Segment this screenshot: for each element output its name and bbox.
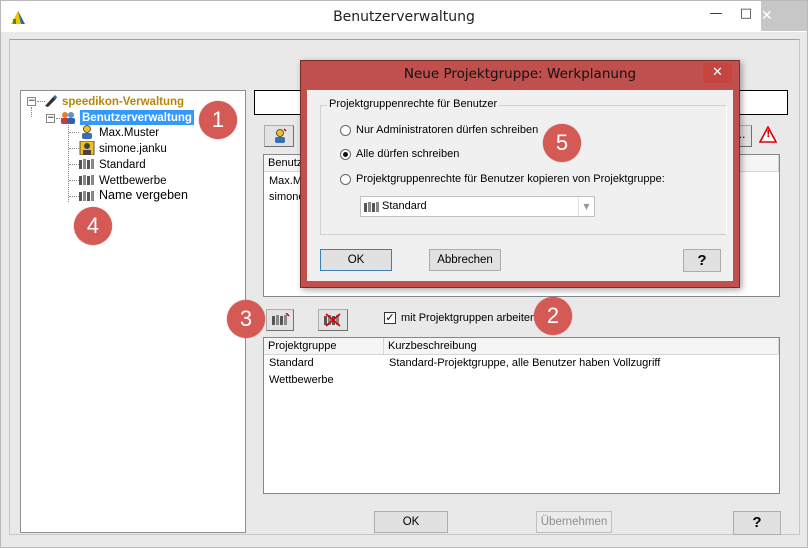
radio-all-write-label[interactable]: Alle dürfen schreiben — [356, 148, 459, 160]
group-icon — [364, 202, 379, 212]
annotation-badge-5: 5 — [543, 124, 581, 162]
main-window: Benutzerverwaltung — □ ✕ − speedikon-Ver… — [0, 0, 808, 548]
annotation-badge-4: 4 — [74, 207, 112, 245]
maximize-button[interactable]: □ — [731, 1, 761, 29]
rights-groupbox-legend: Projektgruppenrechte für Benutzer — [327, 98, 500, 110]
group-name-cell: Wettbewerbe — [269, 374, 334, 386]
dialog-body: Projektgruppenrechte für Benutzer Nur Ad… — [307, 90, 733, 281]
radio-copy-rights-label[interactable]: Projektgruppenrechte für Benutzer kopier… — [356, 173, 665, 185]
window-title: Benutzerverwaltung — [333, 9, 475, 25]
users-header-label: Benutz — [268, 157, 303, 169]
annotation-badge-3: 3 — [227, 300, 265, 338]
radio-all-write[interactable] — [340, 149, 351, 160]
tree-node-selected[interactable]: Benutzerverwaltung — [80, 110, 194, 125]
tree-user-label: simone.janku — [99, 143, 167, 155]
title-bar[interactable]: Benutzerverwaltung — □ ✕ — [1, 1, 807, 32]
tree-new-item[interactable]: Name vergeben — [99, 188, 188, 203]
group-icon — [79, 159, 94, 169]
user-icon — [82, 125, 92, 139]
tree-group-item[interactable]: Standard — [99, 157, 146, 172]
collapse-toggle[interactable]: − — [46, 114, 55, 123]
group-icon — [79, 175, 94, 185]
users-icon — [61, 112, 75, 124]
users-row[interactable]: Max.M — [269, 175, 302, 187]
tree-node-label: Benutzerverwaltung — [82, 112, 192, 124]
dialog-cancel-button[interactable]: Abbrechen — [429, 249, 501, 271]
tree-user-item[interactable]: simone.janku — [99, 141, 167, 156]
collapse-toggle[interactable]: − — [27, 97, 36, 106]
tree-root[interactable]: speedikon-Verwaltung — [62, 94, 184, 109]
tree-group-label: Standard — [99, 159, 146, 171]
add-group-button[interactable] — [266, 309, 294, 331]
tree-user-label: Max.Muster — [99, 127, 160, 139]
radio-admins-only[interactable] — [340, 125, 351, 136]
tree-group-item[interactable]: Wettbewerbe — [99, 173, 167, 188]
radio-copy-rights[interactable] — [340, 174, 351, 185]
minimize-button[interactable]: — — [701, 1, 731, 29]
tree-panel[interactable]: − speedikon-Verwaltung − Benutzerverwalt… — [20, 90, 246, 533]
dialog-title: Neue Projektgruppe: Werkplanung — [403, 66, 637, 82]
add-user-icon — [275, 128, 287, 143]
pencil-icon — [45, 95, 57, 107]
column-header-kurzbeschreibung[interactable]: Kurzbeschreibung — [384, 338, 779, 355]
dialog-help-button[interactable]: ? — [683, 249, 721, 272]
group-name-cell: Standard — [269, 357, 314, 369]
user-icon — [79, 141, 95, 155]
ok-button[interactable]: OK — [374, 511, 448, 533]
annotation-badge-1: 1 — [199, 101, 237, 139]
delete-group-icon — [324, 313, 341, 327]
warning-mark: ! — [766, 129, 771, 140]
tree-user-item[interactable]: Max.Muster — [99, 125, 159, 140]
group-icon — [79, 191, 94, 201]
radio-admins-only-label[interactable]: Nur Administratoren dürfen schreiben — [356, 124, 538, 136]
tree-root-label: speedikon-Verwaltung — [62, 96, 185, 108]
projectgroups-checkbox-label[interactable]: mit Projektgruppen arbeiten — [401, 312, 536, 324]
groups-table[interactable]: Projektgruppe Kurzbeschreibung Standard … — [263, 337, 780, 494]
tree-new-item-label: Name vergeben — [99, 188, 188, 202]
projectgroups-checkbox[interactable]: ✓ — [384, 312, 396, 324]
dialog-close-button[interactable]: ✕ — [703, 63, 732, 83]
column-header-label: Kurzbeschreibung — [388, 340, 477, 352]
column-header-projektgruppe[interactable]: Projektgruppe — [264, 338, 384, 355]
delete-group-button[interactable] — [318, 309, 348, 331]
add-group-icon — [272, 313, 290, 325]
source-group-select[interactable]: Standard ▼ — [360, 196, 595, 217]
add-user-button[interactable] — [264, 125, 294, 147]
column-header-label: Projektgruppe — [268, 340, 337, 352]
tree-group-label: Wettbewerbe — [99, 175, 167, 187]
dialog-ok-button[interactable]: OK — [320, 249, 392, 271]
annotation-badge-2: 2 — [534, 297, 572, 335]
chevron-down-icon[interactable]: ▼ — [578, 197, 594, 216]
help-button[interactable]: ? — [733, 511, 781, 535]
new-projectgroup-dialog[interactable]: Neue Projektgruppe: Werkplanung ✕ Projek… — [300, 60, 740, 288]
close-button[interactable]: ✕ — [761, 1, 807, 31]
group-desc-cell: Standard-Projektgruppe, alle Benutzer ha… — [389, 357, 661, 369]
apply-button[interactable]: Übernehmen — [536, 511, 612, 533]
source-group-value: Standard — [382, 200, 427, 212]
